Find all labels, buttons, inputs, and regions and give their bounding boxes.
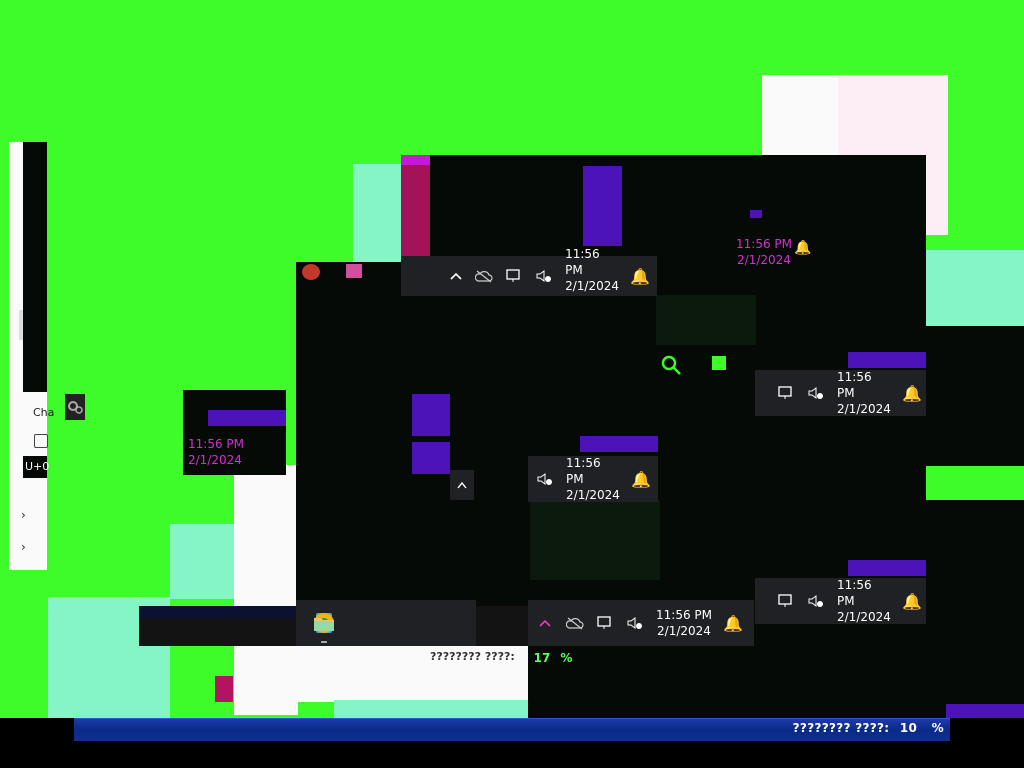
volume-muted-icon[interactable] <box>807 592 825 610</box>
chevron-right-icon[interactable]: › <box>21 540 26 554</box>
network-icon[interactable] <box>596 614 614 632</box>
notification-bell-icon[interactable]: 🔔 <box>631 470 651 489</box>
notification-bell-icon[interactable]: 🔔 <box>723 614 743 633</box>
folder-icon[interactable] <box>310 609 338 643</box>
partial-window-label: Cha <box>33 406 55 419</box>
tray-clock-ghost: 11:56 PM 2/1/2024 <box>188 437 244 467</box>
tray-clock[interactable]: 11:56 PM 2/1/2024 <box>837 369 891 417</box>
app-icon[interactable] <box>346 264 362 278</box>
tray-clock[interactable]: 11:56 PM 2/1/2024 <box>566 455 620 503</box>
chevron-right-icon[interactable]: › <box>21 508 26 522</box>
search-icon[interactable] <box>660 354 682 380</box>
tray-clock[interactable]: 11:56 PM 2/1/2024 <box>565 246 619 294</box>
cloud-offline-icon[interactable] <box>566 614 584 632</box>
network-icon[interactable] <box>505 267 523 285</box>
network-icon[interactable] <box>777 384 795 402</box>
notification-bell-icon: 🔔 <box>794 240 812 256</box>
gear-icon[interactable] <box>65 394 85 420</box>
volume-muted-icon[interactable] <box>626 614 644 632</box>
volume-muted-icon[interactable] <box>535 267 553 285</box>
app-icon[interactable] <box>215 676 233 702</box>
volume-muted-icon[interactable] <box>536 470 554 488</box>
progress-bar: ???????? ????: 10 % <box>74 718 950 741</box>
volume-muted-icon[interactable] <box>807 384 825 402</box>
system-tray: 11:56 PM 2/1/2024 🔔 <box>528 600 754 646</box>
notification-bell-icon[interactable]: 🔔 <box>630 267 650 286</box>
system-tray: 11:56 PM 2/1/2024 🔔 <box>755 578 926 624</box>
left-partial-window: Cha U+0 › › <box>9 142 54 570</box>
progress-percent-small: 17 % <box>528 646 578 670</box>
chevron-up-icon[interactable] <box>450 470 474 500</box>
system-tray: 11:56 PM 2/1/2024 🔔 <box>401 247 657 296</box>
app-icon[interactable] <box>302 264 320 280</box>
cloud-offline-icon[interactable] <box>475 267 493 285</box>
progress-label-small: ???????? ????: <box>430 650 515 663</box>
tray-clock[interactable]: 11:56 PM 2/1/2024 <box>656 607 712 639</box>
system-tray: 11:56 PM 2/1/2024 🔔 <box>755 370 926 416</box>
chevron-up-icon[interactable] <box>536 614 554 632</box>
tray-clock-ghost: 11:56 PM 2/1/2024 <box>736 237 792 267</box>
unicode-label: U+0 <box>25 460 50 473</box>
search-icon[interactable] <box>928 478 950 504</box>
checkbox[interactable] <box>34 434 48 448</box>
network-icon[interactable] <box>777 592 795 610</box>
chevron-up-icon[interactable] <box>449 267 463 285</box>
taskbar-apps <box>296 600 476 646</box>
system-tray: 11:56 PM 2/1/2024 🔔 <box>528 456 658 502</box>
progress-text: ???????? ????: 10 % <box>792 721 944 735</box>
notification-bell-icon[interactable]: 🔔 <box>902 592 922 611</box>
notification-bell-icon[interactable]: 🔔 <box>902 384 922 403</box>
tray-clock[interactable]: 11:56 PM 2/1/2024 <box>837 577 891 625</box>
